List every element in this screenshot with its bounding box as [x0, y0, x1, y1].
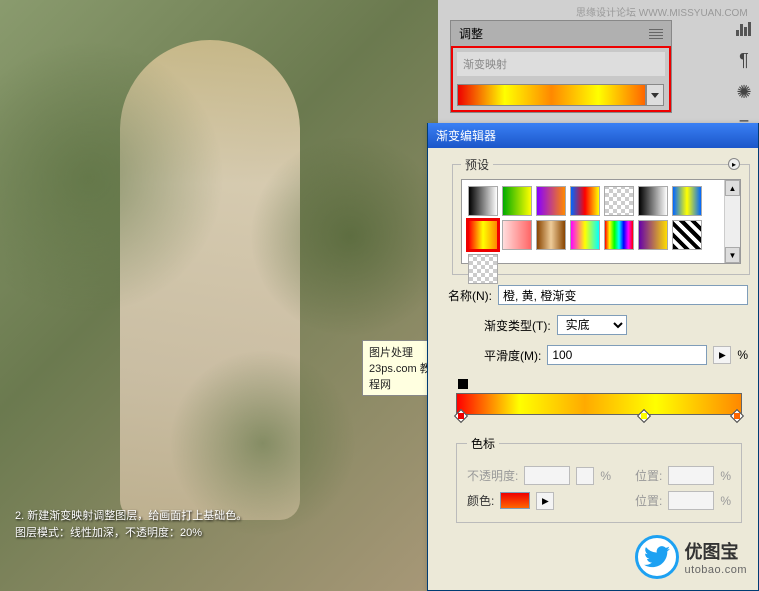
- brand-url: utobao.com: [685, 564, 747, 576]
- preset-swatch[interactable]: [502, 186, 532, 216]
- name-label: 名称(N):: [448, 287, 492, 304]
- scroll-down-icon[interactable]: ▼: [725, 247, 740, 263]
- preset-swatch[interactable]: [672, 186, 702, 216]
- opacity-label: 不透明度:: [467, 467, 518, 484]
- stops-fieldset: 色标 不透明度: % 位置: % 颜色: ▸ 位置: %: [456, 435, 742, 523]
- type-row: 渐变类型(T): 实底: [484, 315, 748, 335]
- watermark-text: 优图宝 utobao.com: [685, 538, 747, 576]
- position-label: 位置:: [635, 492, 662, 509]
- percent-label: %: [720, 494, 731, 508]
- presets-fieldset: 预设 ▲ ▼ ▸: [452, 156, 750, 275]
- opacity-dropdown-icon: [576, 467, 594, 485]
- preset-swatch[interactable]: [468, 186, 498, 216]
- preset-swatch[interactable]: [570, 220, 600, 250]
- position-input-2: [668, 491, 714, 510]
- caption-line: 图层模式：线性加深，不透明度：20%: [15, 525, 247, 542]
- right-toolbar: ¶ ✺ ≡: [732, 18, 756, 134]
- preset-swatch[interactable]: [638, 220, 668, 250]
- dialog-titlebar[interactable]: 渐变编辑器: [428, 123, 758, 148]
- preset-swatch[interactable]: [638, 186, 668, 216]
- panel-tab-label[interactable]: 调整: [459, 25, 483, 42]
- smooth-row: 平滑度(M): ▸ %: [484, 345, 748, 365]
- gradient-editor-dialog: 渐变编辑器 预设 ▲ ▼ ▸ 名称(N): 渐变类型(T): 实底 平滑度(M)…: [427, 123, 759, 591]
- type-label: 渐变类型(T):: [484, 317, 551, 334]
- preset-flyout-icon[interactable]: ▸: [728, 158, 740, 170]
- opacity-row: 不透明度: % 位置: %: [467, 466, 731, 485]
- preset-swatch[interactable]: [604, 186, 634, 216]
- color-row: 颜色: ▸ 位置: %: [467, 491, 731, 510]
- smooth-input[interactable]: [547, 345, 707, 365]
- image-caption: 2. 新建渐变映射调整图层，给画面打上基础色。 图层模式：线性加深，不透明度：2…: [15, 508, 247, 541]
- histogram-icon[interactable]: [734, 18, 754, 38]
- panel-tab-bar: 调整: [451, 21, 671, 46]
- color-well[interactable]: [500, 492, 530, 509]
- preset-swatch[interactable]: [536, 186, 566, 216]
- watermark-logo: 优图宝 utobao.com: [635, 535, 747, 579]
- gradient-edit-area: [456, 375, 742, 427]
- color-dropdown-icon[interactable]: ▸: [536, 492, 554, 510]
- panel-menu-icon[interactable]: [649, 29, 663, 39]
- smooth-dropdown-icon[interactable]: ▸: [713, 346, 731, 364]
- color-stops-row: [456, 415, 742, 427]
- gradient-dropdown-button[interactable]: [646, 84, 664, 106]
- preset-grid: ▲ ▼: [461, 179, 741, 264]
- bird-icon: [635, 535, 679, 579]
- preset-swatch[interactable]: [468, 254, 498, 284]
- stops-label: 色标: [467, 435, 499, 452]
- name-input[interactable]: [498, 285, 748, 305]
- image-bg: [0, 0, 438, 591]
- presets-label: 预设: [461, 156, 493, 173]
- watermark-top: 思缘设计论坛 WWW.MISSYUAN.COM: [576, 4, 748, 19]
- preset-swatch[interactable]: [502, 220, 532, 250]
- wheel-icon[interactable]: ✺: [734, 82, 754, 102]
- type-select[interactable]: 实底: [557, 315, 627, 335]
- preset-swatch[interactable]: [672, 220, 702, 250]
- scroll-up-icon[interactable]: ▲: [725, 180, 740, 196]
- preset-swatch[interactable]: [570, 186, 600, 216]
- smooth-label: 平滑度(M):: [484, 347, 541, 364]
- percent-label: %: [737, 348, 748, 362]
- gradient-bar[interactable]: [456, 393, 742, 415]
- preset-scrollbar[interactable]: ▲ ▼: [724, 180, 740, 263]
- gradient-preview[interactable]: [457, 84, 646, 106]
- caption-line: 2. 新建渐变映射调整图层，给画面打上基础色。: [15, 508, 247, 525]
- gradient-map-label: 渐变映射: [457, 52, 665, 76]
- opacity-stop[interactable]: [458, 379, 468, 389]
- color-label: 颜色:: [467, 492, 494, 509]
- percent-label: %: [600, 469, 611, 483]
- tutorial-image: 2. 新建渐变映射调整图层，给画面打上基础色。 图层模式：线性加深，不透明度：2…: [0, 0, 438, 591]
- name-row: 名称(N):: [448, 285, 748, 305]
- preset-swatch[interactable]: [536, 220, 566, 250]
- adjustments-panel: 调整 渐变映射: [450, 20, 672, 113]
- panel-content-highlighted: 渐变映射: [451, 46, 671, 112]
- dialog-title: 渐变编辑器: [436, 127, 496, 144]
- brand-cn: 优图宝: [685, 538, 747, 564]
- position-label: 位置:: [635, 467, 662, 484]
- preset-swatch[interactable]: [468, 220, 498, 250]
- paragraph-icon[interactable]: ¶: [734, 50, 754, 70]
- percent-label: %: [720, 469, 731, 483]
- opacity-input: [524, 466, 570, 485]
- preset-swatch[interactable]: [604, 220, 634, 250]
- position-input: [668, 466, 714, 485]
